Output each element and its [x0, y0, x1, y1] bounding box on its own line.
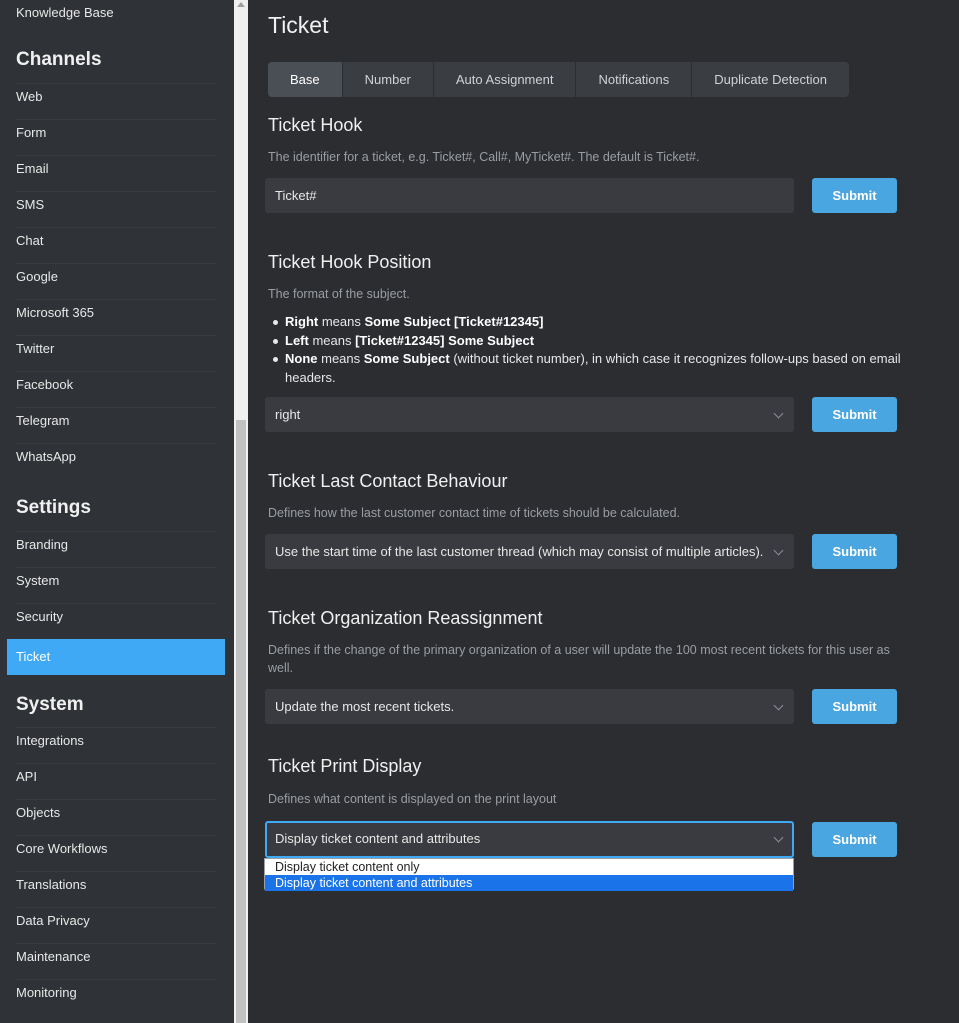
list-item: Left means [Ticket#12345] Some Subject	[273, 332, 910, 351]
scroll-up-arrow-icon[interactable]	[237, 2, 245, 7]
sidebar-item-facebook[interactable]: Facebook	[16, 371, 216, 407]
tab-bar: Base Number Auto Assignment Notification…	[268, 62, 849, 97]
sidebar-item-integrations[interactable]: Integrations	[16, 727, 216, 763]
sidebar-item-ticket[interactable]: Ticket	[7, 639, 225, 675]
sidebar-item-whatsapp[interactable]: WhatsApp	[16, 443, 216, 479]
tab-base[interactable]: Base	[268, 62, 343, 97]
sidebar-heading-settings: Settings	[16, 497, 91, 518]
list-item: None means Some Subject (without ticket …	[273, 350, 910, 387]
sidebar-item-system[interactable]: System	[16, 567, 216, 603]
page-title: Ticket	[268, 12, 329, 38]
ticket-last-contact-desc: Defines how the last customer contact ti…	[268, 506, 681, 520]
chevron-down-icon	[773, 832, 784, 843]
sidebar-item-branding[interactable]: Branding	[16, 531, 216, 567]
sidebar-item-sms[interactable]: SMS	[16, 191, 216, 227]
ticket-print-display-title: Ticket Print Display	[268, 756, 422, 776]
ticket-last-contact-title: Ticket Last Contact Behaviour	[268, 471, 508, 491]
select-value: Update the most recent tickets.	[275, 699, 455, 714]
ticket-org-reassign-desc: Defines if the change of the primary org…	[268, 643, 890, 675]
sidebar-item-email[interactable]: Email	[16, 155, 216, 191]
sidebar-item-core-workflows[interactable]: Core Workflows	[16, 835, 216, 871]
dropdown-option-content-and-attributes[interactable]: Display ticket content and attributes	[265, 875, 793, 891]
sidebar-item-telegram[interactable]: Telegram	[16, 407, 216, 443]
select-value: Display ticket content and attributes	[275, 831, 481, 846]
sidebar-item-chat[interactable]: Chat	[16, 227, 216, 263]
sidebar-item-maintenance[interactable]: Maintenance	[16, 943, 216, 979]
select-value: right	[275, 407, 301, 422]
sidebar-item-microsoft-365[interactable]: Microsoft 365	[16, 299, 216, 335]
select-value: Use the start time of the last customer …	[275, 544, 764, 559]
chevron-down-icon	[773, 545, 784, 556]
print-display-dropdown-list: Display ticket content only Display tick…	[264, 858, 794, 891]
dropdown-option-content-only[interactable]: Display ticket content only	[265, 859, 793, 875]
sidebar-item-web[interactable]: Web	[16, 83, 216, 119]
ticket-hook-desc: The identifier for a ticket, e.g. Ticket…	[268, 150, 700, 164]
sidebar-item-monitoring[interactable]: Monitoring	[16, 979, 216, 1015]
sidebar-heading-channels: Channels	[16, 49, 102, 70]
ticket-print-display-select[interactable]: Display ticket content and attributes	[265, 821, 794, 858]
ticket-org-reassign-submit-button[interactable]: Submit	[812, 689, 897, 724]
ticket-print-display-desc: Defines what content is displayed on the…	[268, 792, 557, 806]
sidebar-item-data-privacy[interactable]: Data Privacy	[16, 907, 216, 943]
tab-notifications[interactable]: Notifications	[576, 62, 693, 97]
tab-auto-assignment[interactable]: Auto Assignment	[434, 62, 577, 97]
ticket-hook-submit-button[interactable]: Submit	[812, 178, 897, 213]
sidebar-item-knowledge-base[interactable]: Knowledge Base	[16, 0, 216, 36]
sidebar-item-google[interactable]: Google	[16, 263, 216, 299]
sidebar-item-twitter[interactable]: Twitter	[16, 335, 216, 371]
ticket-org-reassign-title: Ticket Organization Reassignment	[268, 608, 543, 628]
sidebar-item-objects[interactable]: Objects	[16, 799, 216, 835]
ticket-last-contact-submit-button[interactable]: Submit	[812, 534, 897, 569]
list-item: Right means Some Subject [Ticket#12345]	[273, 313, 910, 332]
chevron-down-icon	[773, 700, 784, 711]
ticket-hook-input[interactable]: Ticket#	[265, 178, 794, 213]
ticket-hook-title: Ticket Hook	[268, 115, 363, 135]
sidebar-item-api[interactable]: API	[16, 763, 216, 799]
ticket-org-reassign-select[interactable]: Update the most recent tickets.	[265, 689, 794, 724]
sidebar-heading-system: System	[16, 694, 84, 715]
ticket-print-display-submit-button[interactable]: Submit	[812, 822, 897, 857]
ticket-hook-position-title: Ticket Hook Position	[268, 252, 432, 272]
chevron-down-icon	[773, 408, 784, 419]
sidebar: Knowledge Base Channels Web Form Email S…	[0, 0, 234, 1023]
sidebar-item-translations[interactable]: Translations	[16, 871, 216, 907]
main-content: Ticket Base Number Auto Assignment Notif…	[248, 0, 959, 1023]
ticket-last-contact-select[interactable]: Use the start time of the last customer …	[265, 534, 794, 569]
sidebar-item-security[interactable]: Security	[16, 603, 216, 639]
sidebar-item-form[interactable]: Form	[16, 119, 216, 155]
scrollbar-thumb[interactable]	[236, 420, 246, 1023]
ticket-hook-position-select[interactable]: right	[265, 397, 794, 432]
tab-number[interactable]: Number	[343, 62, 434, 97]
ticket-hook-position-submit-button[interactable]: Submit	[812, 397, 897, 432]
ticket-hook-position-desc: The format of the subject.	[268, 287, 410, 301]
tab-duplicate-detection[interactable]: Duplicate Detection	[692, 62, 849, 97]
hook-position-bullet-list: Right means Some Subject [Ticket#12345] …	[270, 313, 910, 387]
